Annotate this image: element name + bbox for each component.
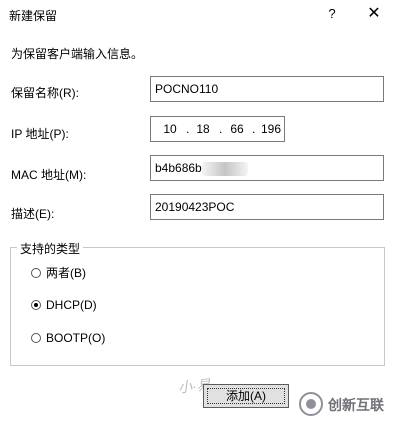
mac-address-value: b4b686b bbox=[155, 161, 202, 175]
add-button[interactable]: 添加(A) bbox=[203, 384, 289, 408]
reservation-name-label: 保留名称(R): bbox=[11, 86, 79, 100]
ip-dot: . bbox=[219, 122, 223, 136]
ip-dot: . bbox=[252, 122, 256, 136]
close-button[interactable]: ✕ bbox=[362, 3, 386, 25]
ip-octet-2[interactable]: 18 bbox=[191, 122, 215, 136]
window-title: 新建保留 bbox=[9, 9, 58, 23]
mac-address-label: MAC 地址(M): bbox=[11, 168, 87, 182]
redacted-blur bbox=[201, 161, 248, 176]
radio-both[interactable]: 两者(B) bbox=[31, 265, 86, 281]
brand-logo-icon bbox=[299, 392, 323, 416]
ip-address-label: IP 地址(P): bbox=[11, 127, 69, 141]
brand-watermark-text: 创新互联 bbox=[328, 397, 384, 413]
help-button[interactable]: ? bbox=[320, 3, 344, 25]
reservation-name-input[interactable]: POCNO110 bbox=[150, 76, 384, 102]
radio-circle-checked-icon[interactable] bbox=[31, 300, 41, 310]
description-input[interactable]: 20190423POC bbox=[150, 194, 384, 220]
ip-address-input[interactable]: 10 . 18 . 66 . 196 bbox=[150, 116, 285, 142]
radio-dhcp[interactable]: DHCP(D) bbox=[31, 297, 97, 313]
intro-text: 为保留客户端输入信息。 bbox=[11, 47, 144, 61]
radio-bootp-label: BOOTP(O) bbox=[46, 331, 106, 345]
add-button-label: 添加(A) bbox=[226, 389, 266, 403]
title-bar: 新建保留 ? ✕ bbox=[0, 0, 397, 30]
supported-types-title: 支持的类型 bbox=[17, 240, 84, 257]
ip-octet-4[interactable]: 196 bbox=[259, 122, 283, 136]
radio-circle-icon[interactable] bbox=[31, 333, 41, 343]
ip-octet-3[interactable]: 66 bbox=[225, 122, 249, 136]
ip-dot: . bbox=[186, 122, 190, 136]
radio-circle-icon[interactable] bbox=[31, 268, 41, 278]
radio-bootp[interactable]: BOOTP(O) bbox=[31, 330, 105, 346]
radio-dhcp-label: DHCP(D) bbox=[46, 298, 97, 312]
mac-address-input[interactable]: b4b686b bbox=[150, 155, 384, 181]
ip-octet-1[interactable]: 10 bbox=[158, 122, 182, 136]
description-label: 描述(E): bbox=[11, 207, 55, 221]
radio-both-label: 两者(B) bbox=[46, 266, 86, 280]
